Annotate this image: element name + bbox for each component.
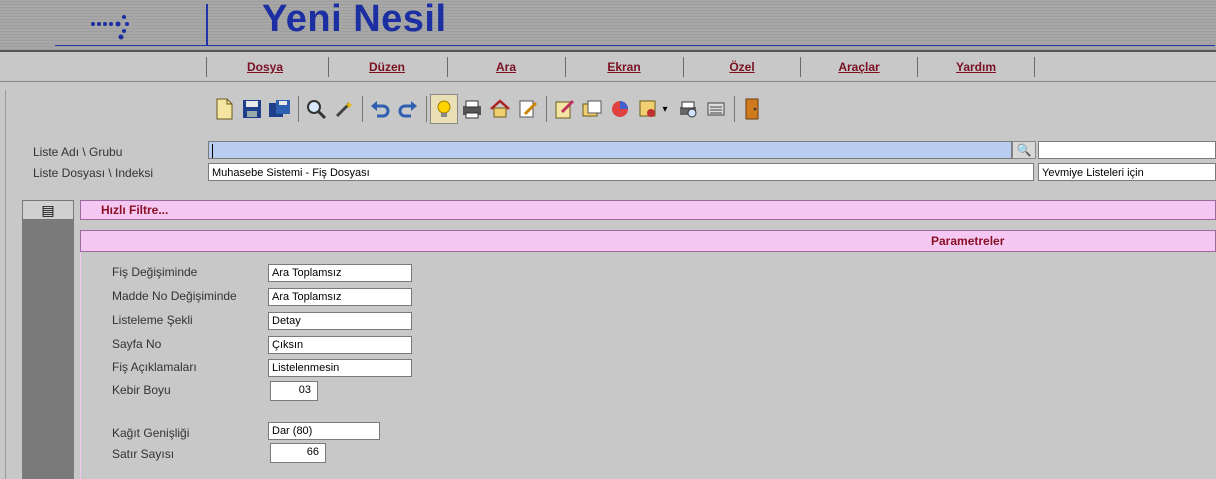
dropdown-arrow-icon[interactable]: ▾: [658, 94, 672, 124]
fis-degisiminde-field[interactable]: Ara Toplamsız: [268, 264, 412, 282]
search-icon[interactable]: [302, 94, 330, 124]
menu-separator: [917, 57, 918, 77]
title-underline: [55, 45, 1215, 46]
toolbar-separator: [298, 96, 299, 122]
undo-icon[interactable]: [366, 94, 394, 124]
list-file-label: Liste Dosyası \ Indeksi: [33, 166, 154, 180]
save-icon[interactable]: [238, 94, 266, 124]
redo-icon[interactable]: [394, 94, 422, 124]
menu-separator: [206, 57, 207, 77]
chart-icon[interactable]: [606, 94, 634, 124]
menu-separator: [683, 57, 684, 77]
exit-icon[interactable]: [738, 94, 766, 124]
toolbar: ▾: [210, 90, 890, 130]
parameters-title: Parametreler: [931, 234, 1005, 248]
edit-icon[interactable]: [514, 94, 542, 124]
param-label: Fiş Açıklamaları: [112, 360, 197, 374]
menu-araclar[interactable]: Araçlar: [804, 57, 914, 79]
list-file-input[interactable]: Muhasebe Sistemi - Fiş Dosyası: [208, 163, 1034, 181]
home-icon[interactable]: [486, 94, 514, 124]
menu-ara[interactable]: Ara: [451, 57, 561, 79]
save-all-icon[interactable]: [266, 94, 294, 124]
panel-edge: [80, 252, 81, 479]
lookup-icon[interactable]: 🔍: [1012, 141, 1036, 159]
light-bulb-icon[interactable]: [430, 94, 458, 124]
toolbar-separator: [426, 96, 427, 122]
satir-sayisi-field[interactable]: 66: [270, 443, 326, 463]
properties-icon[interactable]: ▤: [22, 200, 74, 220]
list-group-input[interactable]: [1038, 141, 1216, 159]
fis-aciklamalari-field[interactable]: Listelenmesin: [268, 359, 412, 377]
toolbar-separator: [546, 96, 547, 122]
title-bar: Yeni Nesil: [0, 0, 1216, 52]
menu-yardim[interactable]: Yardım: [921, 57, 1031, 79]
listeleme-sekli-field[interactable]: Detay: [268, 312, 412, 330]
menu-separator: [447, 57, 448, 77]
printer-icon[interactable]: [458, 94, 486, 124]
toolbar-separator: [734, 96, 735, 122]
folders-icon[interactable]: [578, 94, 606, 124]
sayfa-no-field[interactable]: Çıksın: [268, 336, 412, 354]
title-divider: [206, 4, 208, 46]
list-icon[interactable]: [702, 94, 730, 124]
param-label: Kebir Boyu: [112, 383, 171, 397]
new-document-icon[interactable]: [210, 94, 238, 124]
menu-bar: Dosya Düzen Ara Ekran Özel Araçlar Yardı…: [0, 53, 1216, 82]
parameters-header: Parametreler: [80, 230, 1216, 252]
menu-separator: [565, 57, 566, 77]
notes-icon[interactable]: [550, 94, 578, 124]
quick-filter-bar[interactable]: Hızlı Filtre...: [80, 200, 1216, 220]
app-title: Yeni Nesil: [262, 0, 447, 40]
list-index-input[interactable]: Yevmiye Listeleri için: [1038, 163, 1216, 181]
app-window: Yeni Nesil Dosya Düzen Ara Ekran Özel Ar…: [0, 0, 1216, 479]
toolbar-separator: [362, 96, 363, 122]
param-label: Satır Sayısı: [112, 447, 175, 461]
menu-duzen[interactable]: Düzen: [332, 57, 442, 79]
param-label: Madde No Değişiminde: [112, 289, 237, 303]
print-preview-icon[interactable]: [674, 94, 702, 124]
logo-icon: [91, 15, 129, 40]
param-label: Fiş Değişiminde: [112, 265, 198, 279]
menu-ozel[interactable]: Özel: [687, 57, 797, 79]
kagit-genisligi-field[interactable]: Dar (80): [268, 422, 380, 440]
menu-separator: [328, 57, 329, 77]
kebir-boyu-field[interactable]: 03: [270, 381, 318, 401]
magic-wand-icon[interactable]: [330, 94, 358, 124]
param-label: Listeleme Şekli: [112, 313, 193, 327]
list-name-label: Liste Adı \ Grubu: [33, 145, 123, 159]
param-label: Kağıt Genişliği: [112, 426, 190, 440]
menu-separator: [1034, 57, 1035, 77]
menu-dosya[interactable]: Dosya: [210, 57, 320, 79]
frame-edge: [5, 90, 6, 479]
text-caret: [212, 144, 213, 158]
param-label: Sayfa No: [112, 337, 162, 351]
list-name-input[interactable]: [208, 141, 1012, 159]
panel-side-bar: [22, 200, 74, 479]
madde-no-field[interactable]: Ara Toplamsız: [268, 288, 412, 306]
menu-separator: [800, 57, 801, 77]
menu-ekran[interactable]: Ekran: [569, 57, 679, 79]
